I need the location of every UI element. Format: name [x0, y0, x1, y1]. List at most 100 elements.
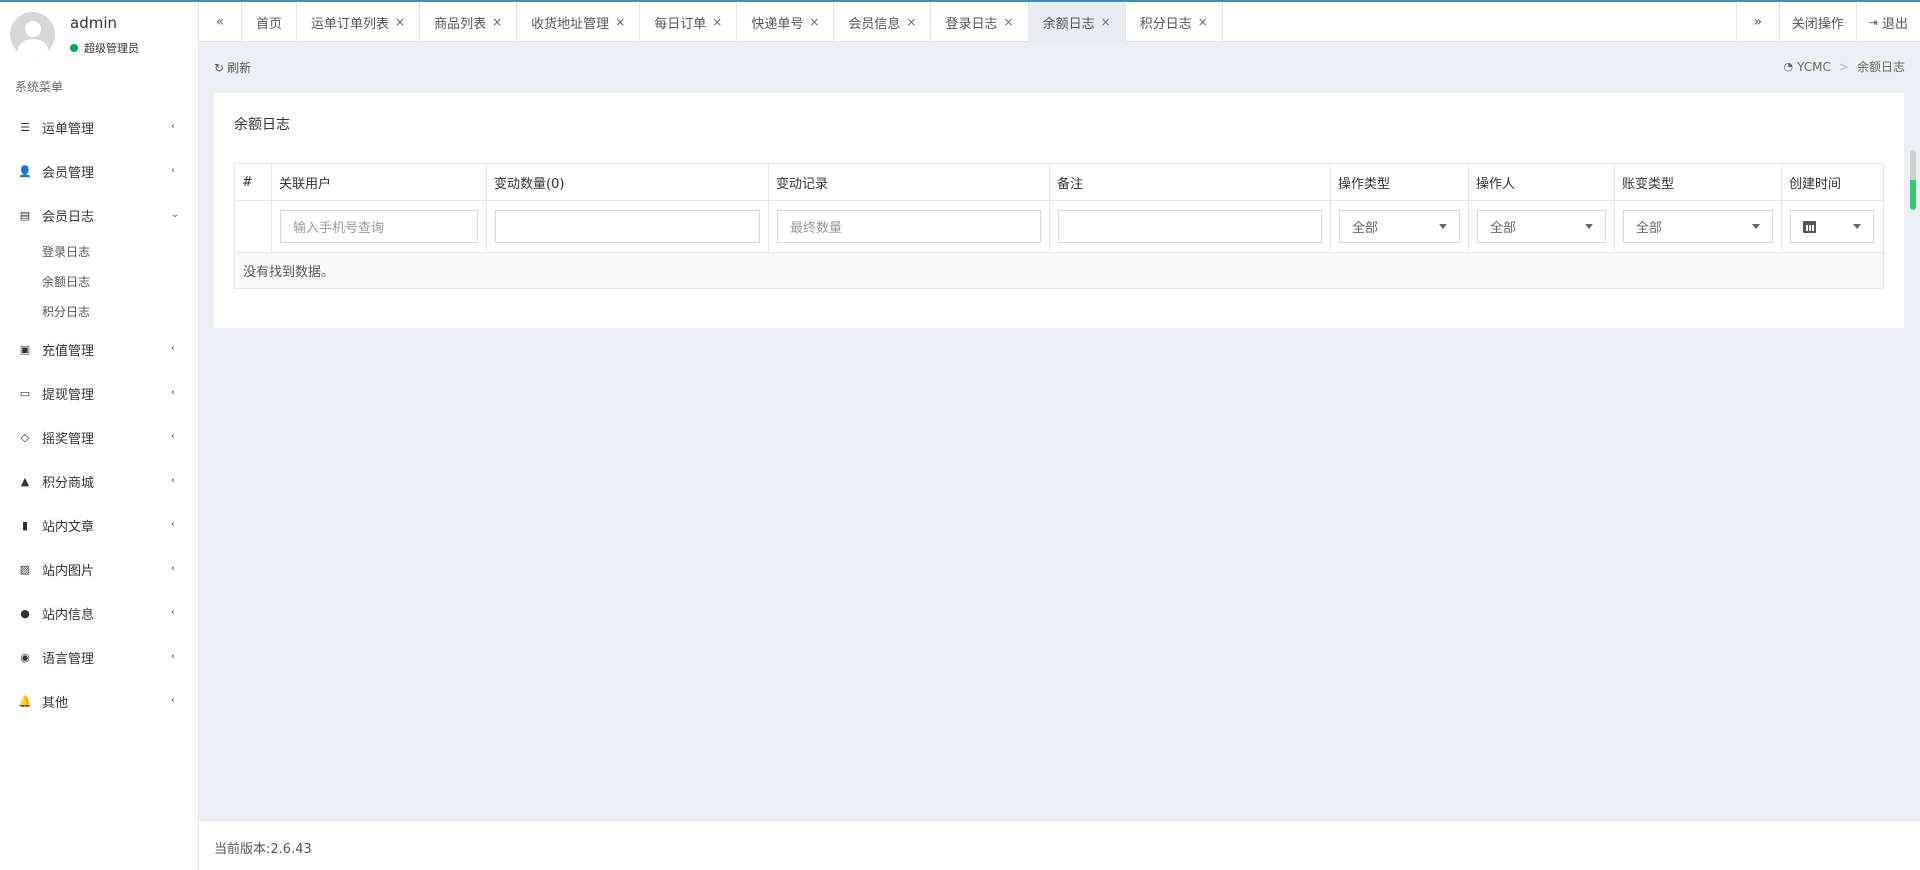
- chevron-left-icon: ‹: [171, 475, 175, 486]
- sidebar-item-messages[interactable]: ● 站内信息 ‹: [0, 591, 199, 635]
- close-icon[interactable]: ×: [712, 15, 722, 29]
- column-header-index[interactable]: #: [234, 163, 272, 201]
- breadcrumb-separator: >: [1838, 59, 1849, 74]
- breadcrumb: ◔ YCMC > 余额日志: [1784, 58, 1905, 75]
- user-panel: admin 超级管理员: [0, 2, 198, 64]
- refresh-button[interactable]: ↻ 刷新: [214, 59, 251, 76]
- sidebar-subitem-balance-log[interactable]: 余额日志: [42, 267, 199, 297]
- chevron-left-icon: ‹: [171, 519, 175, 530]
- sidebar-item-other[interactable]: 🔔 其他 ‹: [0, 679, 199, 723]
- chevron-left-icon: ‹: [171, 651, 175, 662]
- sidebar-item-articles[interactable]: ▮ 站内文章 ‹: [0, 503, 199, 547]
- caret-down-icon: [1853, 224, 1861, 229]
- sidebar-subitem-points-log[interactable]: 积分日志: [42, 297, 199, 327]
- sidebar-item-recharge[interactable]: ▣ 充值管理 ‹: [0, 327, 199, 371]
- tab-balance-log[interactable]: 余额日志 ×: [1028, 2, 1126, 42]
- user-icon: 👤: [18, 164, 32, 178]
- tab-home[interactable]: 首页: [242, 2, 298, 42]
- change-record-filter-input[interactable]: 最终数量: [777, 210, 1041, 243]
- column-header-user[interactable]: 关联用户: [271, 163, 487, 201]
- sidebar-subitem-login-log[interactable]: 登录日志: [42, 237, 199, 267]
- balance-log-panel: 余额日志 # 关联用户 变动数量(0) 变动记录 备注 操作类型 操作人 账变类…: [214, 93, 1904, 328]
- caret-down-icon: [1752, 224, 1760, 229]
- table-empty-row: 没有找到数据。: [234, 252, 1884, 289]
- close-icon[interactable]: ×: [1004, 15, 1014, 29]
- username: admin: [70, 14, 117, 32]
- tab-points-log[interactable]: 积分日志 ×: [1126, 2, 1223, 42]
- chevron-left-icon: ‹: [171, 165, 175, 176]
- tab-bar: « 首页 运单订单列表 × 商品列表 × 收货地址管理 × 每日订单 × 快递单号 × 会…: [199, 2, 1920, 42]
- shopping-bag-icon: ▲: [20, 474, 30, 488]
- sidebar-item-waybill[interactable]: ☰ 运单管理 ‹: [0, 105, 199, 149]
- column-header-change-amount[interactable]: 变动数量(0): [486, 163, 769, 201]
- close-operations-button[interactable]: 关闭操作: [1778, 2, 1856, 42]
- dashboard-icon: ◔: [1783, 60, 1794, 73]
- sidebar-item-members[interactable]: 👤 会员管理 ‹: [0, 149, 199, 193]
- close-icon[interactable]: ×: [615, 15, 625, 29]
- column-header-op-type[interactable]: 操作类型: [1330, 163, 1469, 201]
- sidebar-item-withdraw[interactable]: ▭ 提现管理 ‹: [0, 371, 199, 415]
- main-content: ↻ 刷新 ◔ YCMC > 余额日志 余额日志 # 关联用户 变动数量(0) 变动…: [199, 42, 1920, 820]
- ticket-icon: ▭: [19, 386, 31, 400]
- tab-login-log[interactable]: 登录日志 ×: [931, 2, 1029, 42]
- change-type-select[interactable]: 全部: [1623, 210, 1773, 243]
- column-header-created-at[interactable]: 创建时间: [1781, 163, 1884, 201]
- balance-log-table: # 关联用户 变动数量(0) 变动记录 备注 操作类型 操作人 账变类型 创建时…: [234, 163, 1884, 289]
- breadcrumb-current: 余额日志: [1856, 60, 1905, 74]
- created-at-date-picker[interactable]: [1790, 210, 1874, 243]
- operator-select[interactable]: 全部: [1477, 210, 1606, 243]
- online-status-icon: [70, 44, 78, 52]
- column-header-change-record[interactable]: 变动记录: [768, 163, 1050, 201]
- breadcrumb-home[interactable]: ◔ YCMC: [1784, 60, 1831, 74]
- close-icon[interactable]: ×: [395, 15, 405, 29]
- footer: 当前版本:2.6.43: [199, 820, 1920, 870]
- sidebar-item-member-logs[interactable]: ▤ 会员日志 ⌄: [0, 193, 199, 237]
- remark-filter-input[interactable]: [1058, 210, 1322, 243]
- tab-waybill-list[interactable]: 运单订单列表 ×: [297, 2, 421, 42]
- close-icon[interactable]: ×: [1198, 15, 1208, 29]
- column-header-operator[interactable]: 操作人: [1468, 163, 1615, 201]
- tab-address-manage[interactable]: 收货地址管理 ×: [517, 2, 641, 42]
- logout-button[interactable]: ⇥ 退出: [1855, 2, 1920, 42]
- tab-tracking-numbers[interactable]: 快递单号 ×: [737, 2, 835, 42]
- tab-product-list[interactable]: 商品列表 ×: [420, 2, 518, 42]
- tabs-scroll-left-button[interactable]: «: [199, 2, 242, 42]
- column-header-change-type[interactable]: 账变类型: [1614, 163, 1782, 201]
- bell-icon: 🔔: [18, 694, 32, 708]
- panel-title: 余额日志: [234, 117, 290, 133]
- version-info: 当前版本:2.6.43: [214, 842, 312, 857]
- money-icon: ▣: [19, 342, 31, 356]
- sidebar-item-points-mall[interactable]: ▲ 积分商城 ‹: [0, 459, 199, 503]
- sidebar-item-language[interactable]: ◉ 语言管理 ‹: [0, 635, 199, 679]
- chevron-left-icon: ‹: [171, 387, 175, 398]
- user-phone-filter-input[interactable]: 输入手机号查询: [280, 210, 478, 243]
- page-scrollbar[interactable]: [1910, 150, 1916, 210]
- menu-header: 系统菜单: [15, 80, 64, 94]
- close-icon[interactable]: ×: [809, 15, 819, 29]
- empty-message: 没有找到数据。: [234, 252, 1884, 289]
- sidebar-item-lottery[interactable]: ◇ 摇奖管理 ‹: [0, 415, 199, 459]
- close-icon[interactable]: ×: [906, 15, 916, 29]
- column-header-remark[interactable]: 备注: [1049, 163, 1331, 201]
- tabs: 首页 运单订单列表 × 商品列表 × 收货地址管理 × 每日订单 × 快递单号 × 会员信…: [242, 2, 1736, 42]
- member-logs-submenu: 登录日志 余额日志 积分日志: [0, 237, 199, 327]
- tab-member-info[interactable]: 会员信息 ×: [834, 2, 932, 42]
- chevron-left-icon: ‹: [171, 607, 175, 618]
- tabs-scroll-right-button[interactable]: »: [1735, 2, 1779, 42]
- user-role: 超级管理员: [70, 40, 139, 56]
- chevron-left-icon: ‹: [171, 563, 175, 574]
- list-icon: ☰: [20, 120, 30, 134]
- op-type-select[interactable]: 全部: [1339, 210, 1460, 243]
- tab-bar-actions: » 关闭操作 ⇥ 退出: [1735, 2, 1920, 42]
- tab-daily-orders[interactable]: 每日订单 ×: [640, 2, 738, 42]
- id-card-icon: ▤: [19, 208, 31, 222]
- sidebar-menu: ☰ 运单管理 ‹ 👤 会员管理 ‹ ▤ 会员日志 ⌄ 登录日志 余额日志 积分日…: [0, 105, 199, 723]
- chevron-left-icon: ‹: [171, 343, 175, 354]
- avatar[interactable]: [10, 12, 55, 57]
- close-icon[interactable]: ×: [492, 15, 502, 29]
- refresh-icon: ↻: [214, 60, 225, 75]
- sidebar-item-images[interactable]: ▨ 站内图片 ‹: [0, 547, 199, 591]
- close-icon[interactable]: ×: [1101, 15, 1111, 29]
- change-amount-filter-input[interactable]: [495, 210, 760, 243]
- sidebar: admin 超级管理员 系统菜单 ☰ 运单管理 ‹ 👤 会员管理 ‹ ▤ 会员日…: [0, 2, 199, 870]
